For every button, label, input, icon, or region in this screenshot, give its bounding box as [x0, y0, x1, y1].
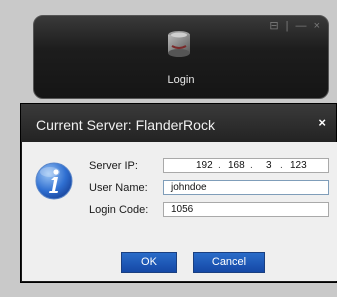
server-disk-icon[interactable]	[164, 28, 194, 64]
user-name-label: User Name:	[89, 182, 148, 194]
server-ip-octet-3[interactable]: 3	[266, 159, 272, 172]
login-code-label: Login Code:	[89, 204, 149, 216]
server-ip-field[interactable]: 192 . 168 . 3 . 123	[163, 158, 329, 173]
window-controls[interactable]: ⊟ | — ×	[269, 19, 322, 32]
launcher-window: ⊟ | — × Login	[33, 15, 329, 99]
login-code-field[interactable]: 1056	[163, 202, 329, 217]
dialog-body: Server IP: 192 . 168 . 3 . 123 User Name…	[22, 142, 337, 281]
launcher-login-label[interactable]: Login	[34, 74, 328, 86]
server-ip-octet-4[interactable]: 123	[290, 159, 307, 172]
dialog-titlebar[interactable]: Current Server: FlanderRock ×	[21, 104, 336, 142]
user-name-field[interactable]: johndoe	[163, 180, 329, 195]
info-icon	[34, 161, 74, 201]
server-ip-octet-2[interactable]: 168	[228, 159, 245, 172]
close-icon[interactable]: ×	[318, 115, 326, 130]
ip-separator: .	[218, 160, 221, 171]
cancel-button[interactable]: Cancel	[193, 252, 265, 273]
ok-button[interactable]: OK	[121, 252, 177, 273]
server-ip-octet-1[interactable]: 192	[196, 159, 213, 172]
ip-separator: .	[280, 160, 283, 171]
server-ip-label: Server IP:	[89, 160, 138, 172]
dialog-title: Current Server: FlanderRock	[36, 117, 215, 133]
ip-separator: .	[250, 160, 253, 171]
login-dialog: Current Server: FlanderRock × Server IP:	[20, 103, 337, 283]
